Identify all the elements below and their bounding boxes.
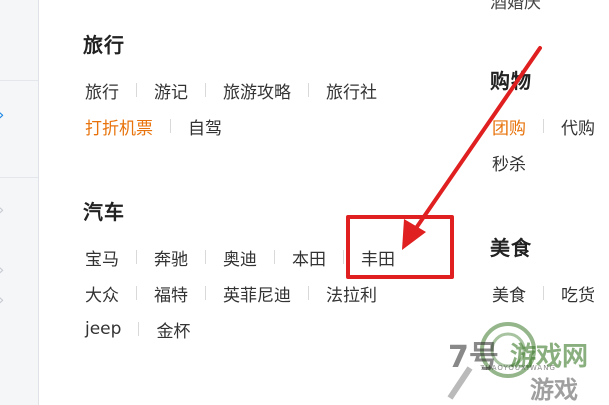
car-heading: 汽车 <box>83 200 125 224</box>
divider <box>136 83 137 97</box>
link-benz[interactable]: 奔驰 <box>154 245 188 270</box>
link-travelogue[interactable]: 游记 <box>154 78 188 103</box>
divider <box>136 286 137 300</box>
link-food[interactable]: 美食 <box>492 281 526 306</box>
divider <box>205 83 206 97</box>
divider <box>343 250 344 264</box>
chevron-right-icon: › <box>0 202 4 218</box>
link-discount-flights[interactable]: 打折机票 <box>85 114 153 139</box>
food-links-row: 美食 吃货 <box>492 281 595 306</box>
link-group-buy[interactable]: 团购 <box>492 114 526 139</box>
link-self-drive[interactable]: 自驾 <box>188 114 222 139</box>
rail-segment[interactable]: › › › <box>0 178 38 405</box>
divider <box>543 286 544 300</box>
link-audi[interactable]: 奥迪 <box>223 245 257 270</box>
chevron-right-icon: › <box>0 292 4 308</box>
shopping-links-row: 团购 代购 <box>492 114 595 139</box>
link-jeep[interactable]: jeep <box>85 319 121 339</box>
left-category-rail: › › › › <box>0 0 39 405</box>
link-travel-agency[interactable]: 旅行社 <box>326 78 377 103</box>
divider <box>308 83 309 97</box>
divider <box>138 322 140 336</box>
cut-off-link[interactable]: 酒婚庆 <box>490 0 541 13</box>
highlight-box <box>346 215 454 279</box>
shopping-links-row-2: 秒杀 <box>492 150 526 175</box>
link-volkswagen[interactable]: 大众 <box>85 281 119 306</box>
car-links-row-2: 大众 福特 英菲尼迪 法拉利 <box>85 281 377 306</box>
travel-links-row: 旅行 游记 旅游攻略 旅行社 <box>85 78 377 103</box>
food-heading: 美食 <box>490 236 532 260</box>
link-foodie[interactable]: 吃货 <box>561 281 595 306</box>
chevron-right-icon: › <box>0 107 4 123</box>
link-bmw[interactable]: 宝马 <box>85 245 119 270</box>
divider <box>308 286 309 300</box>
divider <box>543 119 544 133</box>
link-ford[interactable]: 福特 <box>154 281 188 306</box>
rail-segment[interactable]: › <box>0 81 38 178</box>
travel-links-row-2: 打折机票 自驾 <box>85 114 222 139</box>
divider <box>274 250 275 264</box>
watermark-logo: 7号 游戏网 7HAOYOUXIWANG 游戏 <box>430 318 608 404</box>
divider <box>205 250 206 264</box>
link-flash-sale[interactable]: 秒杀 <box>492 150 526 175</box>
travel-heading: 旅行 <box>83 33 125 57</box>
divider <box>205 286 206 300</box>
divider <box>136 250 137 264</box>
shopping-heading: 购物 <box>490 69 532 93</box>
rail-segment[interactable] <box>0 0 38 81</box>
watermark-cn2: 游戏 <box>530 376 578 404</box>
link-travel-guide[interactable]: 旅游攻略 <box>223 78 291 103</box>
link-ferrari[interactable]: 法拉利 <box>326 281 377 306</box>
link-infiniti[interactable]: 英菲尼迪 <box>223 281 291 306</box>
car-links-row-3: jeep 金杯 <box>85 317 190 342</box>
chevron-right-icon: › <box>0 262 4 278</box>
link-honda[interactable]: 本田 <box>292 245 326 270</box>
divider <box>170 119 171 133</box>
link-travel[interactable]: 旅行 <box>85 78 119 103</box>
link-purchasing-agent[interactable]: 代购 <box>561 114 595 139</box>
link-jinbei[interactable]: 金杯 <box>156 317 190 342</box>
